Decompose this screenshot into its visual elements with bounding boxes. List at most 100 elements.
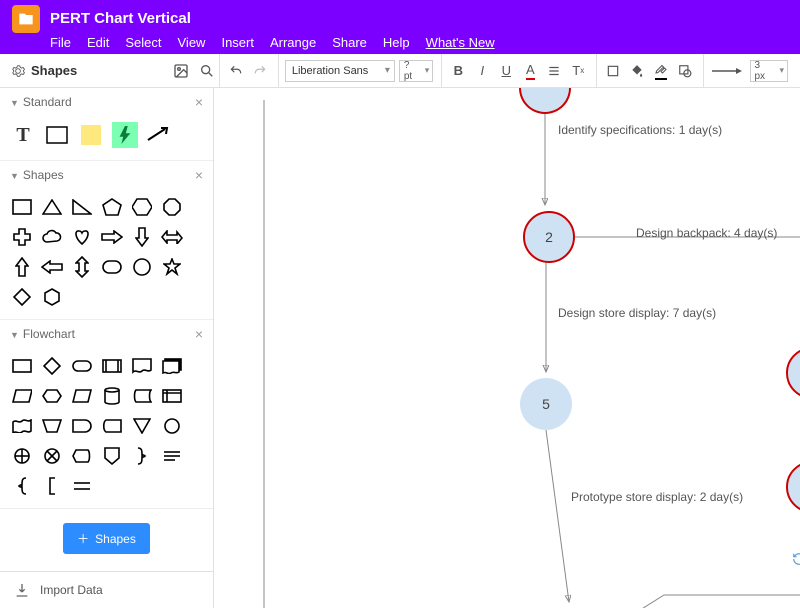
fc-lines2[interactable] — [70, 474, 94, 498]
line-width-select[interactable]: 3 px — [750, 60, 789, 82]
menu-arrange[interactable]: Arrange — [270, 35, 316, 50]
italic-icon[interactable]: I — [472, 61, 492, 81]
image-icon[interactable] — [171, 61, 191, 81]
menu-view[interactable]: View — [178, 35, 206, 50]
more-shapes-button[interactable]: ＋ Shapes — [63, 523, 150, 554]
shape-arrow-ud[interactable] — [70, 255, 94, 279]
fc-terminator[interactable] — [70, 354, 94, 378]
node-5[interactable]: 5 — [520, 378, 572, 430]
fc-stored[interactable] — [100, 414, 124, 438]
close-icon[interactable]: × — [195, 326, 203, 342]
std-rect-icon[interactable] — [44, 122, 70, 148]
fc-decision[interactable] — [40, 354, 64, 378]
std-hotspot-icon[interactable] — [112, 122, 138, 148]
app-logo — [12, 5, 40, 33]
fc-hex[interactable] — [40, 384, 64, 408]
fc-display[interactable] — [70, 444, 94, 468]
shape-options-icon[interactable] — [675, 61, 695, 81]
menu-bar: File Edit Select View Insert Arrange Sha… — [12, 35, 788, 50]
panel-flowchart-header[interactable]: ▼Flowchart × — [0, 320, 213, 348]
shape-arrow-lr[interactable] — [160, 225, 184, 249]
fc-connector[interactable] — [160, 414, 184, 438]
fc-note-lines[interactable] — [160, 444, 184, 468]
fc-process[interactable] — [10, 354, 34, 378]
close-icon[interactable]: × — [195, 94, 203, 110]
font-size-select[interactable]: ? pt — [399, 60, 433, 82]
fc-document[interactable] — [130, 354, 154, 378]
shape-cross[interactable] — [10, 225, 34, 249]
fc-predef[interactable] — [100, 354, 124, 378]
document-title[interactable]: PERT Chart Vertical — [50, 10, 191, 27]
edge-label[interactable]: Prototype store display: 2 day(s) — [571, 490, 743, 504]
node-2[interactable]: 2 — [523, 211, 575, 263]
fc-internal[interactable] — [160, 384, 184, 408]
shape-triangle[interactable] — [40, 195, 64, 219]
shape-pentagon[interactable] — [100, 195, 124, 219]
shape-arrow-left[interactable] — [40, 255, 64, 279]
shape-circle[interactable] — [130, 255, 154, 279]
font-family-select[interactable]: Liberation Sans — [285, 60, 395, 82]
fc-bracket[interactable] — [40, 474, 64, 498]
fc-sum[interactable] — [40, 444, 64, 468]
shape-poly[interactable] — [40, 285, 64, 309]
menu-edit[interactable]: Edit — [87, 35, 109, 50]
fc-merge[interactable] — [130, 414, 154, 438]
fill-bucket-icon[interactable] — [627, 61, 647, 81]
std-note-icon[interactable] — [78, 122, 104, 148]
close-icon[interactable]: × — [195, 167, 203, 183]
underline-icon[interactable]: U — [496, 61, 516, 81]
shape-rect[interactable] — [10, 195, 34, 219]
fc-data-io[interactable] — [10, 384, 34, 408]
align-icon[interactable] — [544, 61, 564, 81]
fc-database[interactable] — [100, 384, 124, 408]
shape-cloud[interactable] — [40, 225, 64, 249]
shape-arrow-down[interactable] — [130, 225, 154, 249]
shape-rounded[interactable] — [100, 255, 124, 279]
fc-offpage[interactable] — [100, 444, 124, 468]
fc-tape[interactable] — [10, 414, 34, 438]
menu-help[interactable]: Help — [383, 35, 410, 50]
menu-whats-new[interactable]: What's New — [426, 35, 495, 50]
fc-delay[interactable] — [70, 414, 94, 438]
shape-diamond[interactable] — [10, 285, 34, 309]
shape-octagon[interactable] — [160, 195, 184, 219]
menu-share[interactable]: Share — [332, 35, 367, 50]
shape-star[interactable] — [160, 255, 184, 279]
shape-hexagon[interactable] — [130, 195, 154, 219]
bold-icon[interactable]: B — [448, 61, 468, 81]
fc-multidoc[interactable] — [160, 354, 184, 378]
menu-insert[interactable]: Insert — [221, 35, 254, 50]
rotate-handle[interactable] — [792, 552, 800, 566]
line-style-icon[interactable] — [710, 61, 745, 81]
fc-parallel[interactable] — [70, 384, 94, 408]
edges-layer — [214, 88, 800, 608]
panel-shapes-header[interactable]: ▼Shapes × — [0, 161, 213, 189]
shape-arrow-right[interactable] — [100, 225, 124, 249]
fc-brace-r[interactable] — [130, 444, 154, 468]
redo-icon[interactable] — [250, 61, 270, 81]
fc-or[interactable] — [10, 444, 34, 468]
shape-right-tri[interactable] — [70, 195, 94, 219]
search-icon[interactable] — [197, 61, 217, 81]
canvas[interactable]: 2 3 5 6 8 9 Identify specifications: 1 d… — [214, 88, 800, 608]
shape-heart[interactable] — [70, 225, 94, 249]
panel-standard-header[interactable]: ▼Standard × — [0, 88, 213, 116]
text-color-icon[interactable]: A — [520, 61, 540, 81]
std-text-icon[interactable]: T — [10, 122, 36, 148]
menu-file[interactable]: File — [50, 35, 71, 50]
undo-icon[interactable] — [226, 61, 246, 81]
edge-label[interactable]: Design backpack: 4 day(s) — [636, 226, 777, 240]
import-data-button[interactable]: Import Data — [0, 571, 213, 608]
border-color-icon[interactable] — [651, 61, 671, 81]
shape-arrow-up[interactable] — [10, 255, 34, 279]
edge-label[interactable]: Identify specifications: 1 day(s) — [558, 123, 722, 137]
fill-rect-icon[interactable] — [603, 61, 623, 81]
fc-manual-op[interactable] — [40, 414, 64, 438]
edge-label[interactable]: Design store display: 7 day(s) — [558, 306, 716, 320]
menu-select[interactable]: Select — [125, 35, 161, 50]
fc-storage[interactable] — [130, 384, 154, 408]
std-arrow-icon[interactable] — [146, 122, 172, 148]
gear-icon[interactable] — [11, 64, 25, 78]
fc-brace-l[interactable] — [10, 474, 34, 498]
text-format-icon[interactable]: Tx — [568, 61, 588, 81]
